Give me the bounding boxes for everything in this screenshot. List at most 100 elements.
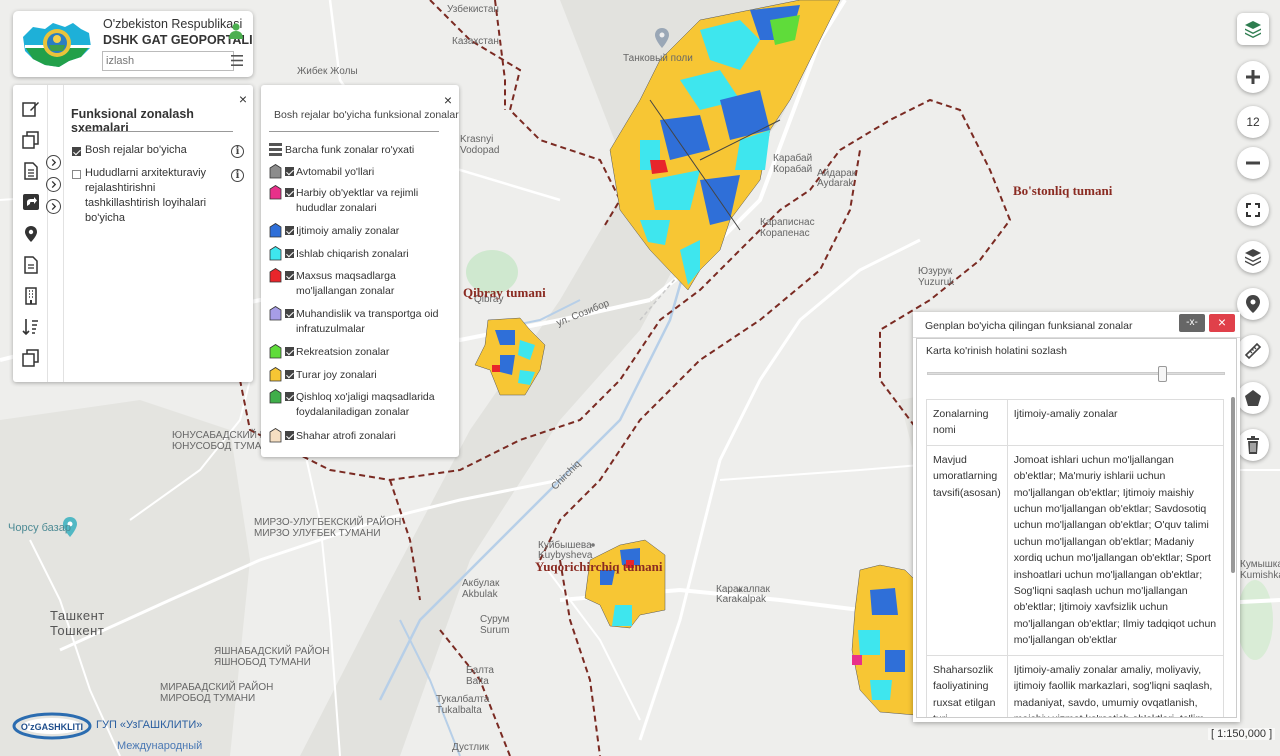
- map-label: Aydarak: [817, 178, 854, 189]
- map-pin-icon[interactable]: [655, 28, 669, 48]
- zone-swatch-icon: [269, 367, 282, 382]
- opacity-slider-handle[interactable]: [1158, 366, 1168, 382]
- legend-title: Bosh rejalar bo'yicha funksional zonalar: [274, 109, 459, 121]
- layers-copy-icon[interactable]: [22, 349, 40, 367]
- district-label: Qibray tumani: [463, 285, 546, 300]
- uzgashkliti-logo: O'zGASHKLITI: [12, 712, 92, 740]
- map-label: ЯШНАБАДСКИЙ РАЙОН: [214, 646, 330, 657]
- dialog-scrollbar[interactable]: [1231, 397, 1235, 573]
- attribute-value: Ijtimoiy-amaliy zonalar: [1006, 399, 1225, 446]
- logo-emblem-icon: O'zGASHKLITI: [12, 712, 92, 740]
- share-icon[interactable]: [22, 193, 40, 211]
- fullscreen-button[interactable]: [1237, 194, 1269, 226]
- document-icon[interactable]: [22, 162, 40, 180]
- map-label: Yuzuruk: [918, 277, 955, 288]
- basemap-layers-button[interactable]: [1237, 241, 1269, 273]
- map-label: Казахстан: [452, 36, 499, 47]
- map-scale: [ 1:150,000 ]: [1208, 728, 1276, 740]
- legend-checkbox[interactable]: [285, 392, 294, 401]
- zoom-in-button[interactable]: [1237, 61, 1269, 93]
- legend-label: Muhandislik va transportga oid infratuzu…: [296, 308, 439, 335]
- minimize-button[interactable]: -x-: [1179, 314, 1205, 332]
- zoom-out-button[interactable]: [1237, 147, 1269, 179]
- legend-checkbox[interactable]: [285, 347, 294, 356]
- header-panel: O'zbekiston Respublikasi DSHK GAT GEOPOR…: [13, 11, 253, 77]
- district-label: Yuqorichirchiq tumani: [535, 559, 663, 574]
- map-label: ЯШНОБОД ТУМАНИ: [214, 657, 311, 668]
- zone-info-dialog: Genplan bo'yicha qilingan funksianal zon…: [913, 312, 1240, 722]
- copy-icon[interactable]: [22, 131, 40, 149]
- map-label: Международный: [117, 740, 203, 752]
- legend-checkbox[interactable]: [285, 370, 294, 379]
- chevron-right-icon[interactable]: [46, 155, 61, 170]
- map-label: Tukalbalta: [436, 705, 482, 716]
- attribute-key: Shaharsozlik faoliyatining ruxsat etilga…: [926, 654, 1008, 717]
- legend-label: Shahar atrofi zonalari: [296, 430, 396, 442]
- table-row: Shaharsozlik faoliyatining ruxsat etilga…: [926, 654, 1225, 717]
- legend-checkbox[interactable]: [285, 271, 294, 280]
- report-icon[interactable]: [22, 256, 40, 274]
- user-icon[interactable]: [229, 23, 243, 39]
- chevron-right-icon[interactable]: [46, 199, 61, 214]
- search-input[interactable]: [102, 51, 234, 71]
- chevron-right-icon[interactable]: [46, 177, 61, 192]
- info-icon[interactable]: i: [231, 145, 244, 158]
- zone-east: [851, 564, 916, 716]
- layers-stack-button[interactable]: [1237, 13, 1269, 45]
- ruler-icon: [1244, 342, 1262, 360]
- marker-button[interactable]: [1237, 288, 1269, 320]
- zone-swatch-icon: [269, 246, 282, 261]
- map-label: МИРЗО-УЛУГБЕКСКИЙ РАЙОН: [254, 517, 402, 528]
- map-label: Караписнас: [760, 217, 815, 228]
- location-pin-icon[interactable]: [22, 225, 40, 243]
- dialog-header[interactable]: Genplan bo'yicha qilingan funksianal zon…: [913, 312, 1240, 338]
- map-label: Узбекистан: [447, 4, 499, 15]
- zone-swatch-icon: [269, 185, 282, 200]
- dialog-body: Karta ko'rinish holatini sozlash Zonalar…: [916, 338, 1237, 718]
- legend-checkbox[interactable]: [285, 309, 294, 318]
- sort-numeric-icon[interactable]: [22, 318, 40, 336]
- menu-icon[interactable]: [231, 55, 243, 66]
- legend-label: Avtomabil yo'llari: [296, 166, 375, 178]
- legend-checkbox[interactable]: [285, 188, 294, 197]
- layers-icon: [1245, 249, 1261, 266]
- table-row: Zonalarning nomi Ijtimoiy-amaliy zonalar: [926, 399, 1225, 446]
- checkbox-master-plans[interactable]: [72, 147, 81, 156]
- building-icon[interactable]: [22, 287, 40, 305]
- map-label: Сурум: [480, 614, 510, 625]
- map-label: Surum: [480, 625, 510, 636]
- measure-button[interactable]: [1237, 335, 1269, 367]
- checkbox-architecture-projects[interactable]: [72, 170, 81, 179]
- opacity-slider[interactable]: [927, 372, 1225, 375]
- zone-swatch-icon: [269, 306, 282, 321]
- map-label: Чорсу базар: [8, 522, 71, 534]
- legend-checkbox[interactable]: [285, 249, 294, 258]
- draw-polygon-button[interactable]: [1237, 382, 1269, 414]
- info-icon[interactable]: i: [231, 169, 244, 182]
- edit-icon[interactable]: [22, 100, 40, 118]
- map-label-city: Ташкент: [50, 608, 105, 623]
- org-name: ГУП «УзГАШКЛИТИ»: [96, 719, 203, 731]
- attribute-value: Ijtimoiy-amaliy zonalar amaliy, moliyavi…: [1006, 654, 1225, 717]
- left-toolbar: [13, 85, 48, 382]
- close-button[interactable]: ×: [1209, 314, 1235, 332]
- plus-icon: [1246, 70, 1260, 84]
- legend-label: Barcha funk zonalar ro'yxati: [285, 144, 415, 156]
- map-label: МИРОБОД ТУМАНИ: [160, 693, 256, 704]
- dialog-title: Genplan bo'yicha qilingan funksianal zon…: [925, 320, 1133, 332]
- zone-yuqori: [584, 539, 666, 629]
- zone-swatch-icon: [269, 223, 282, 238]
- layers-icon: [1245, 21, 1261, 38]
- close-icon[interactable]: ×: [239, 92, 247, 106]
- legend-checkbox[interactable]: [285, 167, 294, 176]
- close-icon[interactable]: ×: [444, 93, 452, 107]
- fullscreen-icon: [1246, 203, 1260, 217]
- delete-button[interactable]: [1237, 429, 1269, 461]
- title-underline: [83, 131, 233, 132]
- zone-attributes-table: Zonalarning nomi Ijtimoiy-amaliy zonalar M…: [926, 399, 1225, 717]
- legend-checkbox[interactable]: [285, 431, 294, 440]
- map-label: МИРАБАДСКИЙ РАЙОН: [160, 682, 274, 693]
- zoning-schemes-panel: Funksional zonalash sxemalari × Bosh rej…: [13, 85, 253, 382]
- map-label: Akbulak: [462, 589, 498, 600]
- legend-checkbox[interactable]: [285, 226, 294, 235]
